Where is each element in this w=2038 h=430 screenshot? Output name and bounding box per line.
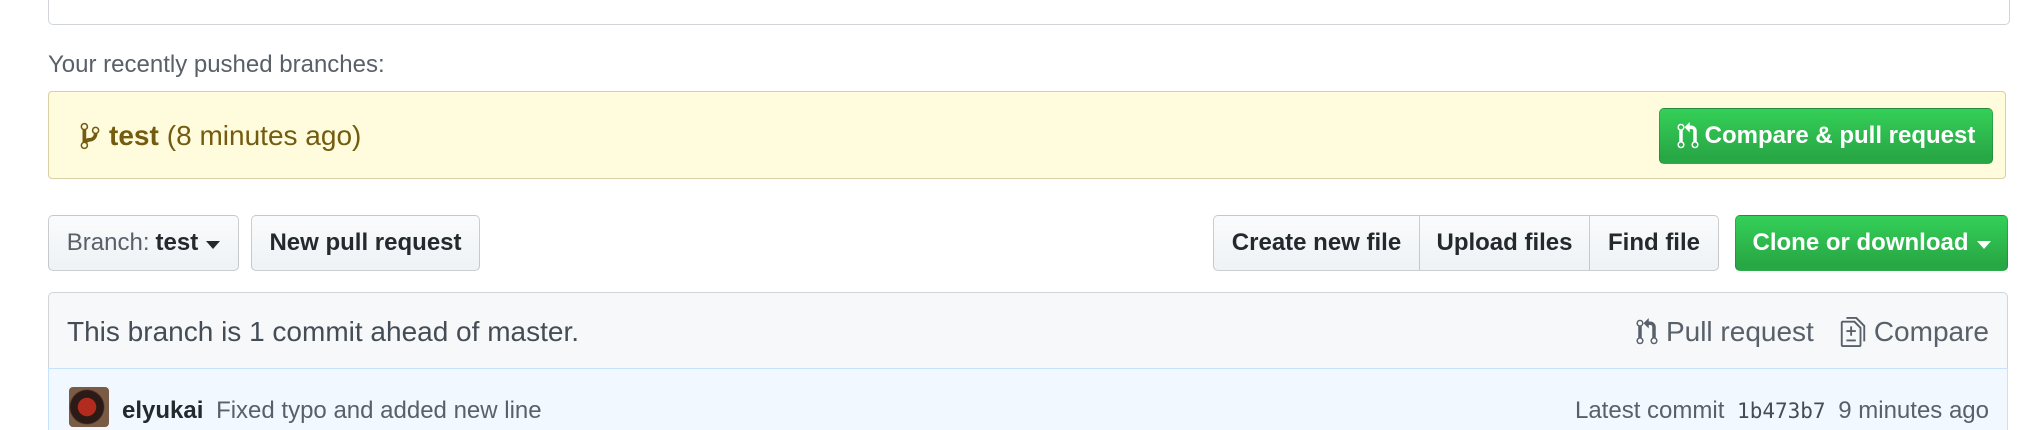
latest-commit-label: Latest commit: [1574, 397, 1725, 424]
pull-request-icon: [1677, 122, 1699, 149]
commit-summary: elyukai Fixed typo and added new line: [122, 397, 542, 425]
repo-description-box: [48, 0, 2010, 25]
find-file-button[interactable]: Find file: [1589, 215, 1719, 271]
compare-pull-request-button[interactable]: Compare & pull request: [1659, 108, 1993, 164]
commit-sha[interactable]: 1b473b7: [1737, 399, 1826, 423]
new-pull-request-button[interactable]: New pull request: [251, 215, 480, 271]
commit-author[interactable]: elyukai: [122, 397, 203, 424]
pull-request-label: Pull request: [1665, 315, 1814, 347]
branch-select-button[interactable]: Branch: test: [48, 215, 239, 271]
create-new-file-button[interactable]: Create new file: [1213, 215, 1420, 271]
branch-info-bar: This branch is 1 commit ahead of master.…: [48, 292, 2008, 369]
recent-branch-info: test (8 minutes ago): [79, 92, 361, 180]
recent-branch-notice: test (8 minutes ago) Compare & pull requ…: [48, 91, 2006, 179]
chevron-down-icon: [1976, 240, 1991, 249]
clone-or-download-button[interactable]: Clone or download: [1735, 215, 2008, 271]
clone-or-download-label: Clone or download: [1752, 229, 1969, 256]
recent-branches-label: Your recently pushed branches:: [48, 51, 385, 78]
file-diff-icon: [1840, 316, 1866, 347]
commit-meta: Latest commit 1b473b7 9 minutes ago: [1575, 397, 1989, 425]
avatar[interactable]: [69, 387, 109, 427]
current-branch-name: test: [155, 229, 199, 256]
upload-files-button[interactable]: Upload files: [1419, 215, 1590, 271]
compare-pull-request-label: Compare & pull request: [1704, 122, 1976, 149]
pull-request-icon: [1636, 317, 1658, 344]
pull-request-link[interactable]: Pull request: [1636, 316, 1814, 348]
recent-branch-time: (8 minutes ago): [166, 120, 362, 151]
recent-branch-name[interactable]: test: [109, 120, 159, 152]
branch-prefix: Branch:: [66, 229, 150, 256]
branch-status-text: This branch is 1 commit ahead of master.: [67, 315, 579, 347]
chevron-down-icon: [206, 240, 221, 249]
latest-commit-bar: elyukai Fixed typo and added new line La…: [48, 368, 2008, 430]
file-actions-group: Create new file Upload files Find file: [1213, 215, 1719, 271]
compare-link[interactable]: Compare: [1840, 316, 1989, 348]
branch-info-actions: Pull request Compare: [1610, 293, 1989, 370]
repo-page: Your recently pushed branches: test (8 m…: [0, 0, 2038, 430]
compare-label: Compare: [1873, 315, 1989, 347]
commit-message[interactable]: Fixed typo and added new line: [216, 397, 542, 424]
commit-time: 9 minutes ago: [1838, 397, 1989, 424]
git-branch-icon: [79, 121, 101, 151]
